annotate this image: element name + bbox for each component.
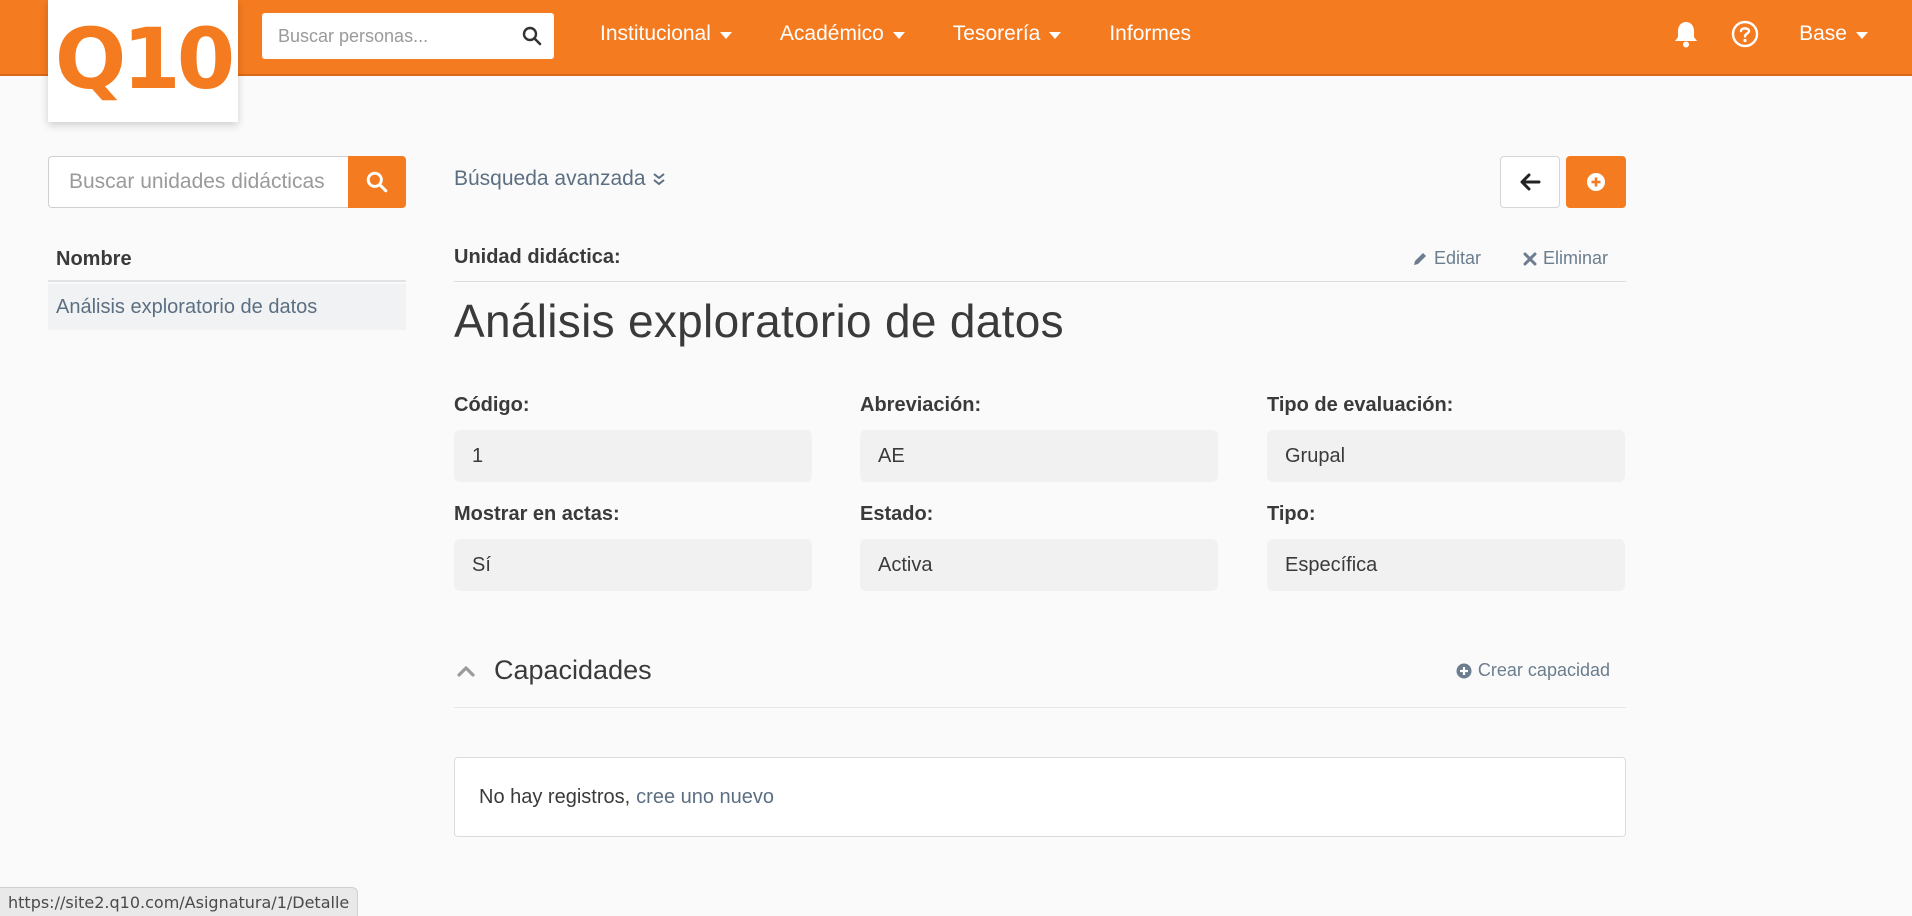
- delete-label: Eliminar: [1542, 248, 1608, 268]
- nav-academico-label: Académico: [779, 22, 884, 45]
- double-chevron-down-icon: [652, 171, 666, 187]
- sidebar-search-input[interactable]: [48, 156, 348, 208]
- chevron-up-icon: [457, 666, 475, 677]
- sidebar-item[interactable]: Análisis exploratorio de datos: [48, 284, 406, 330]
- logo[interactable]: Q10: [48, 0, 238, 122]
- field-value-estado: Activa: [860, 539, 1218, 591]
- capacidades-header: Capacidades Crear capacidad: [454, 650, 1626, 708]
- advanced-search-label: Búsqueda avanzada: [454, 167, 646, 190]
- bell-icon[interactable]: [1673, 20, 1699, 48]
- search-icon[interactable]: [510, 26, 554, 46]
- field-label-estado: Estado:: [860, 503, 934, 525]
- section-label: Unidad didáctica:: [454, 246, 621, 268]
- nav-tesoreria[interactable]: Tesorería: [953, 22, 1062, 46]
- create-capacidad-button[interactable]: Crear capacidad: [1456, 660, 1610, 681]
- field-label-tipo-evaluacion: Tipo de evaluación:: [1267, 394, 1454, 416]
- sidebar-search: [48, 156, 406, 208]
- field-value-abreviacion: AE: [860, 430, 1218, 482]
- people-search-input[interactable]: [262, 13, 510, 59]
- pencil-icon: [1413, 252, 1426, 265]
- add-button[interactable]: [1566, 156, 1626, 208]
- advanced-search-toggle[interactable]: Búsqueda avanzada: [454, 167, 666, 191]
- top-navbar: Institucional Académico Tesorería Inform…: [0, 0, 1912, 76]
- create-capacidad-label: Crear capacidad: [1477, 660, 1610, 680]
- user-menu-label: Base: [1799, 22, 1847, 45]
- close-icon: [1523, 252, 1537, 265]
- caret-down-icon: [719, 32, 732, 39]
- plus-circle-icon: [1587, 173, 1605, 191]
- caret-down-icon: [892, 32, 905, 39]
- detail-header: Unidad didáctica: Editar Eliminar: [454, 236, 1626, 282]
- nav-tesoreria-label: Tesorería: [952, 22, 1041, 45]
- browser-status-url: https://site2.q10.com/Asignatura/1/Detal…: [0, 887, 359, 916]
- nav-informes[interactable]: Informes: [1109, 22, 1191, 46]
- field-value-codigo: 1: [454, 430, 812, 482]
- sidebar-column-header: Nombre: [48, 238, 406, 282]
- back-button[interactable]: [1500, 156, 1560, 208]
- main-menu: Institucional Académico Tesorería Inform…: [600, 0, 1239, 68]
- logo-text: Q10: [54, 10, 235, 108]
- edit-button[interactable]: Editar: [1412, 248, 1481, 269]
- help-circle-icon[interactable]: [1731, 20, 1759, 48]
- field-label-mostrar-actas: Mostrar en actas:: [454, 503, 620, 525]
- caret-down-icon: [1856, 32, 1868, 39]
- field-label-abreviacion: Abreviación:: [860, 394, 982, 416]
- caret-down-icon: [1049, 32, 1062, 39]
- nav-institucional-label: Institucional: [600, 22, 711, 45]
- search-icon: [366, 171, 388, 193]
- edit-label: Editar: [1433, 248, 1481, 268]
- arrow-left-icon: [1520, 173, 1541, 191]
- collapse-toggle[interactable]: [456, 664, 476, 678]
- plus-circle-icon: [1456, 663, 1472, 678]
- field-value-tipo: Específica: [1267, 539, 1625, 591]
- create-new-link[interactable]: cree uno nuevo: [636, 786, 774, 809]
- empty-state: No hay registros, cree uno nuevo: [454, 757, 1626, 837]
- user-menu[interactable]: Base: [1799, 22, 1868, 46]
- field-value-mostrar-actas: Sí: [454, 539, 812, 591]
- detail-actions: Editar Eliminar: [1370, 248, 1608, 269]
- nav-informes-label: Informes: [1109, 22, 1192, 45]
- nav-right-tools: Base: [1641, 0, 1868, 68]
- nav-academico[interactable]: Académico: [780, 22, 905, 46]
- field-label-codigo: Código:: [454, 394, 530, 416]
- capacidades-title: Capacidades: [494, 655, 652, 685]
- field-label-tipo: Tipo:: [1267, 503, 1316, 525]
- page-title: Análisis exploratorio de datos: [454, 295, 1064, 347]
- nav-institucional[interactable]: Institucional: [600, 22, 732, 46]
- people-search: [262, 13, 554, 59]
- sidebar-search-button[interactable]: [348, 156, 406, 208]
- empty-text: No hay registros,: [479, 785, 631, 808]
- field-value-tipo-evaluacion: Grupal: [1267, 430, 1625, 482]
- delete-button[interactable]: Eliminar: [1523, 248, 1608, 269]
